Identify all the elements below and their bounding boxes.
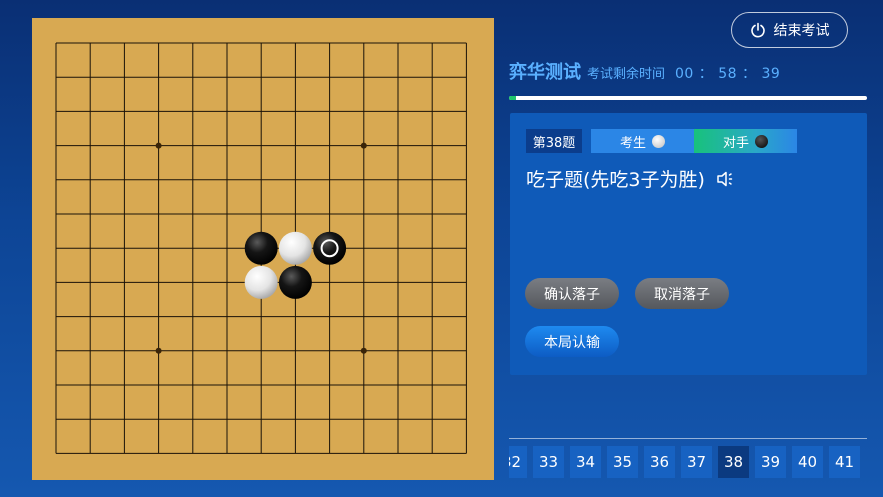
white-stone-icon bbox=[652, 134, 665, 148]
opponent-tab: 对手 bbox=[694, 129, 797, 153]
player-label: 考生 bbox=[619, 135, 646, 151]
question-nav-item[interactable]: 39 bbox=[755, 446, 786, 478]
resign-button[interactable]: 本局认输 bbox=[525, 326, 619, 357]
star-point bbox=[360, 347, 367, 354]
divider bbox=[509, 438, 867, 439]
question-panel: 第38题 考生 对手 吃子题(先吃3子为胜) 确认落子 取消落子 本局认输 bbox=[510, 113, 867, 375]
confirm-move-button[interactable]: 确认落子 bbox=[525, 278, 619, 309]
remaining-time: 00 ： 58 ： 39 bbox=[675, 66, 781, 82]
question-nav-item[interactable]: 32 bbox=[509, 446, 527, 478]
question-number: 第38题 bbox=[526, 129, 582, 153]
star-point bbox=[155, 142, 162, 149]
question-nav-item[interactable]: 37 bbox=[681, 446, 712, 478]
question-nav-item[interactable]: 36 bbox=[644, 446, 675, 478]
end-exam-button[interactable]: 结束考试 bbox=[731, 12, 848, 48]
question-nav-item[interactable]: 35 bbox=[607, 446, 638, 478]
speaker-icon[interactable] bbox=[715, 169, 735, 189]
exam-title: 弈华测试 bbox=[509, 62, 581, 83]
question-nav-item[interactable]: 38 bbox=[718, 446, 749, 478]
cancel-move-button[interactable]: 取消落子 bbox=[635, 278, 729, 309]
star-point bbox=[155, 347, 162, 354]
black-stone bbox=[244, 231, 278, 265]
go-board[interactable] bbox=[32, 18, 494, 480]
time-progress-bar bbox=[509, 96, 867, 100]
white-stone bbox=[278, 231, 312, 265]
white-stone bbox=[244, 265, 278, 299]
star-point bbox=[360, 142, 367, 149]
question-text: 吃子题(先吃3子为胜) bbox=[526, 169, 705, 191]
question-nav-item[interactable]: 41 bbox=[829, 446, 860, 478]
remaining-label: 考试剩余时间 bbox=[587, 67, 666, 82]
player-tab: 考生 bbox=[591, 129, 694, 153]
question-nav-item[interactable]: 33 bbox=[533, 446, 564, 478]
power-icon bbox=[750, 22, 766, 38]
board-grid[interactable] bbox=[32, 18, 494, 480]
question-navigator[interactable]: 32333435363738394041 bbox=[509, 446, 883, 478]
end-exam-label: 结束考试 bbox=[773, 23, 830, 39]
question-nav-item[interactable]: 34 bbox=[570, 446, 601, 478]
black-stone bbox=[278, 265, 312, 299]
black-stone-icon bbox=[755, 134, 768, 148]
black-stone bbox=[313, 231, 347, 265]
time-progress-fill bbox=[509, 96, 517, 100]
question-row: 吃子题(先吃3子为胜) bbox=[526, 165, 735, 192]
exam-header: 弈华测试 考试剩余时间 00 ： 58 ： 39 bbox=[509, 58, 780, 84]
opponent-label: 对手 bbox=[722, 135, 749, 151]
question-nav-item[interactable]: 40 bbox=[792, 446, 823, 478]
